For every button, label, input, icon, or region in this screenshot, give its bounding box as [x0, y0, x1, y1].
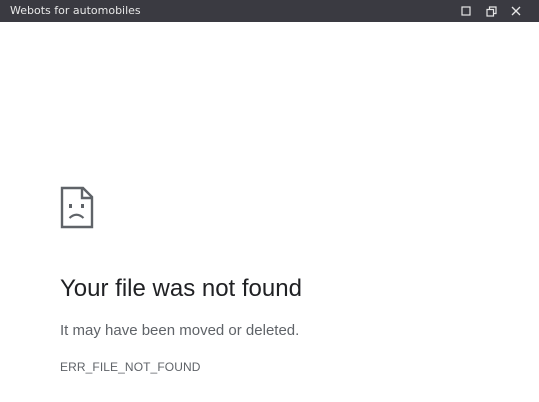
restore-icon — [485, 5, 497, 17]
error-code: ERR_FILE_NOT_FOUND — [60, 360, 201, 374]
maximize-button[interactable] — [458, 3, 474, 19]
error-heading: Your file was not found — [60, 275, 302, 302]
close-icon — [511, 6, 521, 16]
error-message: It may have been moved or deleted. — [60, 322, 300, 339]
title-bar[interactable]: Webots for automobiles — [0, 0, 539, 22]
window-title: Webots for automobiles — [10, 4, 141, 17]
page-content: Your file was not found It may have been… — [0, 22, 539, 402]
close-button[interactable] — [508, 3, 524, 19]
maximize-icon — [461, 6, 471, 16]
app-window: Webots for automobiles Your file was not… — [0, 0, 539, 402]
sad-file-icon — [60, 186, 94, 229]
restore-button[interactable] — [483, 3, 499, 19]
